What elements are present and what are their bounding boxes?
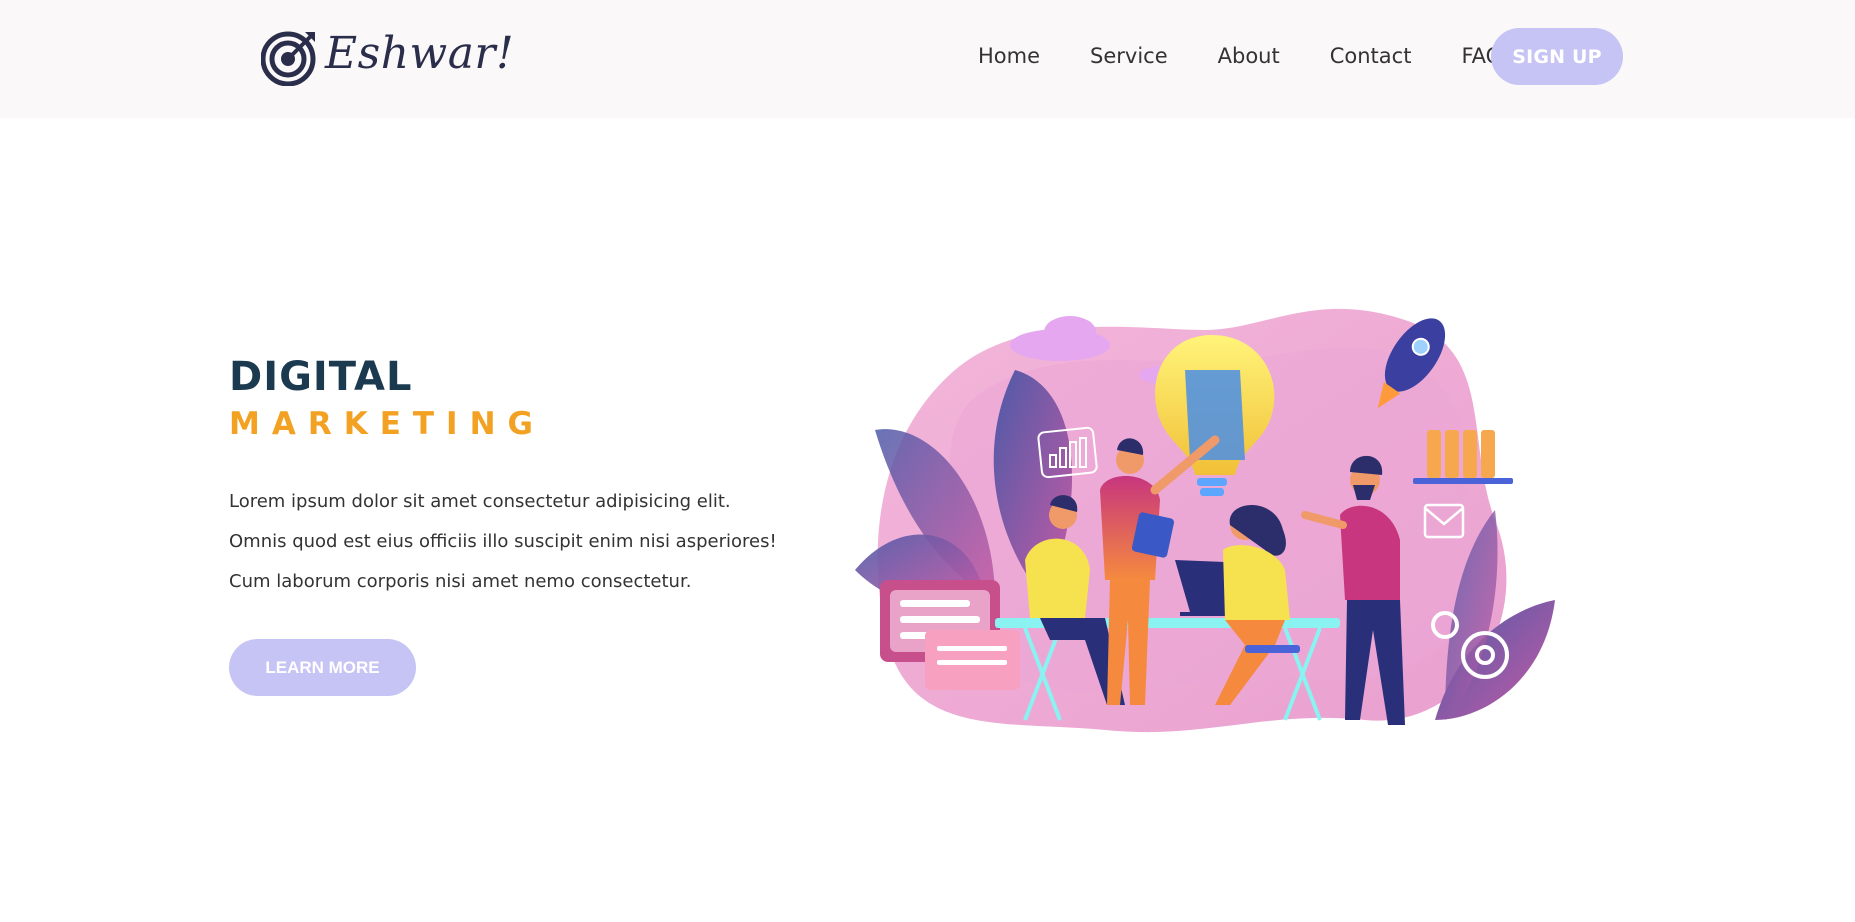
logo[interactable]: Eshwar! bbox=[229, 14, 514, 94]
learn-more-button[interactable]: LEARN MORE bbox=[229, 639, 416, 696]
hero-illustration bbox=[855, 308, 1555, 733]
hero-description: Lorem ipsum dolor sit amet consectetur a… bbox=[229, 491, 777, 592]
navbar: Eshwar! Home Service About Contact FAQ S… bbox=[0, 0, 1855, 118]
nav-about[interactable]: About bbox=[1218, 44, 1280, 68]
hero-subtitle: MARKETING bbox=[229, 406, 545, 442]
nav-home[interactable]: Home bbox=[978, 44, 1040, 68]
logo-text: Eshwar! bbox=[325, 28, 515, 79]
main-nav: Home Service About Contact FAQ bbox=[960, 26, 1502, 86]
hero-title: DIGITAL bbox=[229, 354, 413, 400]
nav-contact[interactable]: Contact bbox=[1330, 44, 1412, 68]
target-icon bbox=[261, 31, 316, 86]
nav-service[interactable]: Service bbox=[1090, 44, 1168, 68]
signup-button[interactable]: SIGN UP bbox=[1491, 28, 1623, 85]
